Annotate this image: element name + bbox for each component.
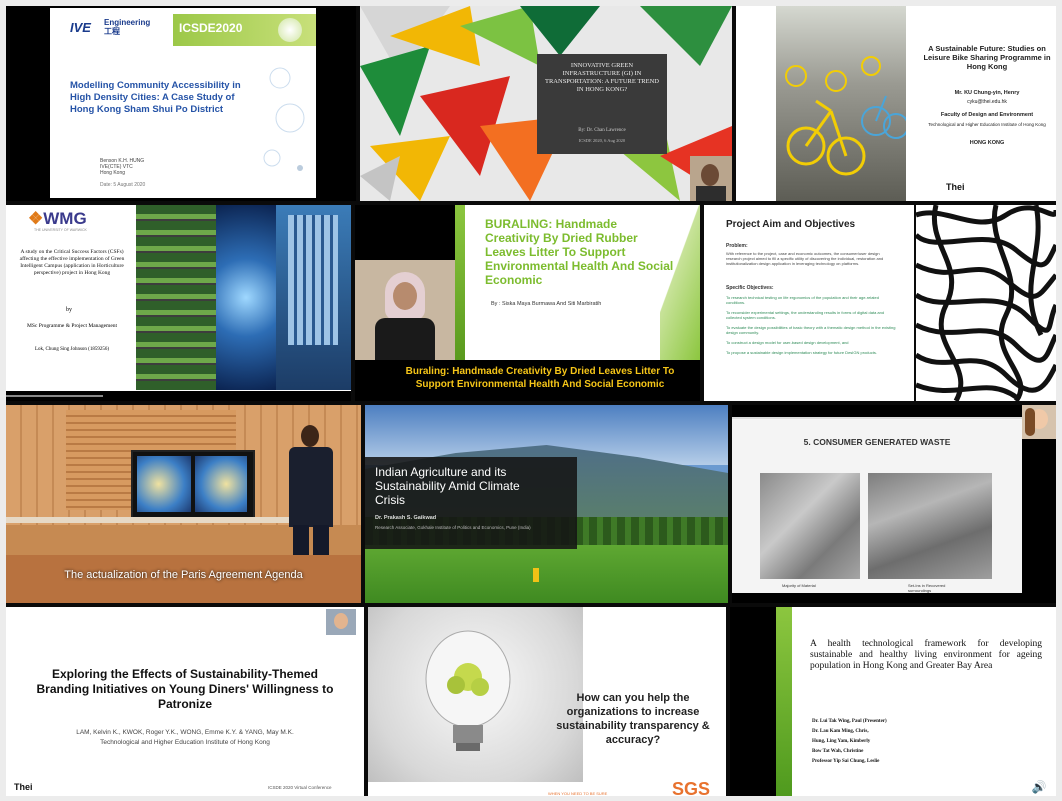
- tile-consumer-waste[interactable]: 5. CONSUMER GENERATED WASTE Majority of …: [732, 405, 1056, 603]
- slide-5: BURALING: Handmade Creativity By Dried R…: [455, 205, 700, 360]
- lightbulb-photo: [368, 607, 583, 782]
- presenter-webcam: [355, 260, 455, 360]
- subtitle-caption: The actualization of the Paris Agreement…: [64, 569, 303, 581]
- presenter-webcam: [326, 609, 356, 635]
- tile-community-accessibility[interactable]: IVE Engineering 工程 ICSDE2020 Modelling Co…: [6, 6, 356, 201]
- slide-10: 5. CONSUMER GENERATED WASTE Majority of …: [732, 417, 1022, 593]
- study-title: A study on the Critical Success Factors …: [19, 249, 125, 276]
- tile-green-campus[interactable]: ❖WMG THE UNIVERSITY OF WARWICK A study o…: [6, 205, 351, 401]
- tile-abstract-pattern[interactable]: [916, 205, 1056, 401]
- slide-text: A Sustainable Future: Studies on Leisure…: [923, 44, 1051, 146]
- tv-screen: [131, 450, 255, 520]
- abstract-art: [916, 205, 1056, 401]
- tile-sgs-transparency[interactable]: How can you help the organizations to in…: [368, 607, 726, 796]
- decorative-dots: [263, 67, 305, 171]
- slide-1: IVE Engineering 工程 ICSDE2020 Modelling Co…: [50, 8, 316, 198]
- vertical-garden-photo: [136, 205, 216, 390]
- table: [6, 517, 306, 523]
- author-block: Benson K.H. HUNG IVE(CTE) VTC Hong Kong …: [100, 158, 146, 188]
- marble-photo-left: [760, 473, 860, 579]
- conference-banner: ICSDE2020: [173, 14, 316, 46]
- speaker-icon[interactable]: 🔊: [1029, 779, 1049, 795]
- title-box: Indian Agriculture and its Sustainabilit…: [365, 457, 577, 549]
- tile-paris-agreement[interactable]: The actualization of the Paris Agreement…: [6, 405, 361, 603]
- slide-title: Modelling Community Accessibility in Hig…: [70, 80, 241, 115]
- tile-buraling[interactable]: BURALING: Handmade Creativity By Dried R…: [355, 205, 700, 401]
- tile-sustainability-branding[interactable]: Exploring the Effects of Sustainability-…: [6, 607, 364, 796]
- tunnel-photo: [216, 205, 276, 390]
- farmer: [533, 568, 539, 582]
- building-photo: [276, 205, 351, 390]
- ive-logo: IVE: [70, 20, 91, 35]
- tile-bike-sharing[interactable]: A Sustainable Future: Studies on Leisure…: [736, 6, 1056, 201]
- subtitle-caption: Buraling: Handmade Creativity By Dried L…: [405, 366, 675, 390]
- slide-13: A health technological framework for dev…: [776, 607, 1056, 796]
- bike-photo: [776, 6, 906, 201]
- thei-logo: Thei: [14, 782, 33, 792]
- tile-health-framework[interactable]: A health technological framework for dev…: [730, 607, 1056, 796]
- title-card: INNOVATIVE GREEN INFRASTRUCTURE (GI) IN …: [537, 54, 667, 154]
- thei-logo: Thei: [946, 182, 965, 192]
- author-list: Dr. Lui Tak Wing, Paul (Presenter) Dr. L…: [812, 719, 887, 764]
- tile-indian-agriculture[interactable]: Indian Agriculture and its Sustainabilit…: [365, 405, 728, 603]
- tile-green-infrastructure[interactable]: INNOVATIVE GREEN INFRASTRUCTURE (GI) IN …: [360, 6, 732, 201]
- sgs-logo: SGS: [672, 779, 711, 796]
- wmg-logo: ❖WMG: [28, 209, 87, 228]
- presenter-webcam: [690, 156, 732, 201]
- objectives-list: To research technical testing on life er…: [726, 295, 896, 355]
- video-controls[interactable]: [6, 391, 351, 401]
- tile-project-aim[interactable]: Project Aim and Objectives Problem: With…: [704, 205, 914, 401]
- presenter-webcam: [1022, 405, 1056, 439]
- paddy-field: [365, 545, 728, 603]
- marble-photo-right: [868, 473, 992, 579]
- engineering-label: Engineering 工程: [104, 18, 151, 36]
- video-grid: IVE Engineering 工程 ICSDE2020 Modelling Co…: [6, 6, 1056, 796]
